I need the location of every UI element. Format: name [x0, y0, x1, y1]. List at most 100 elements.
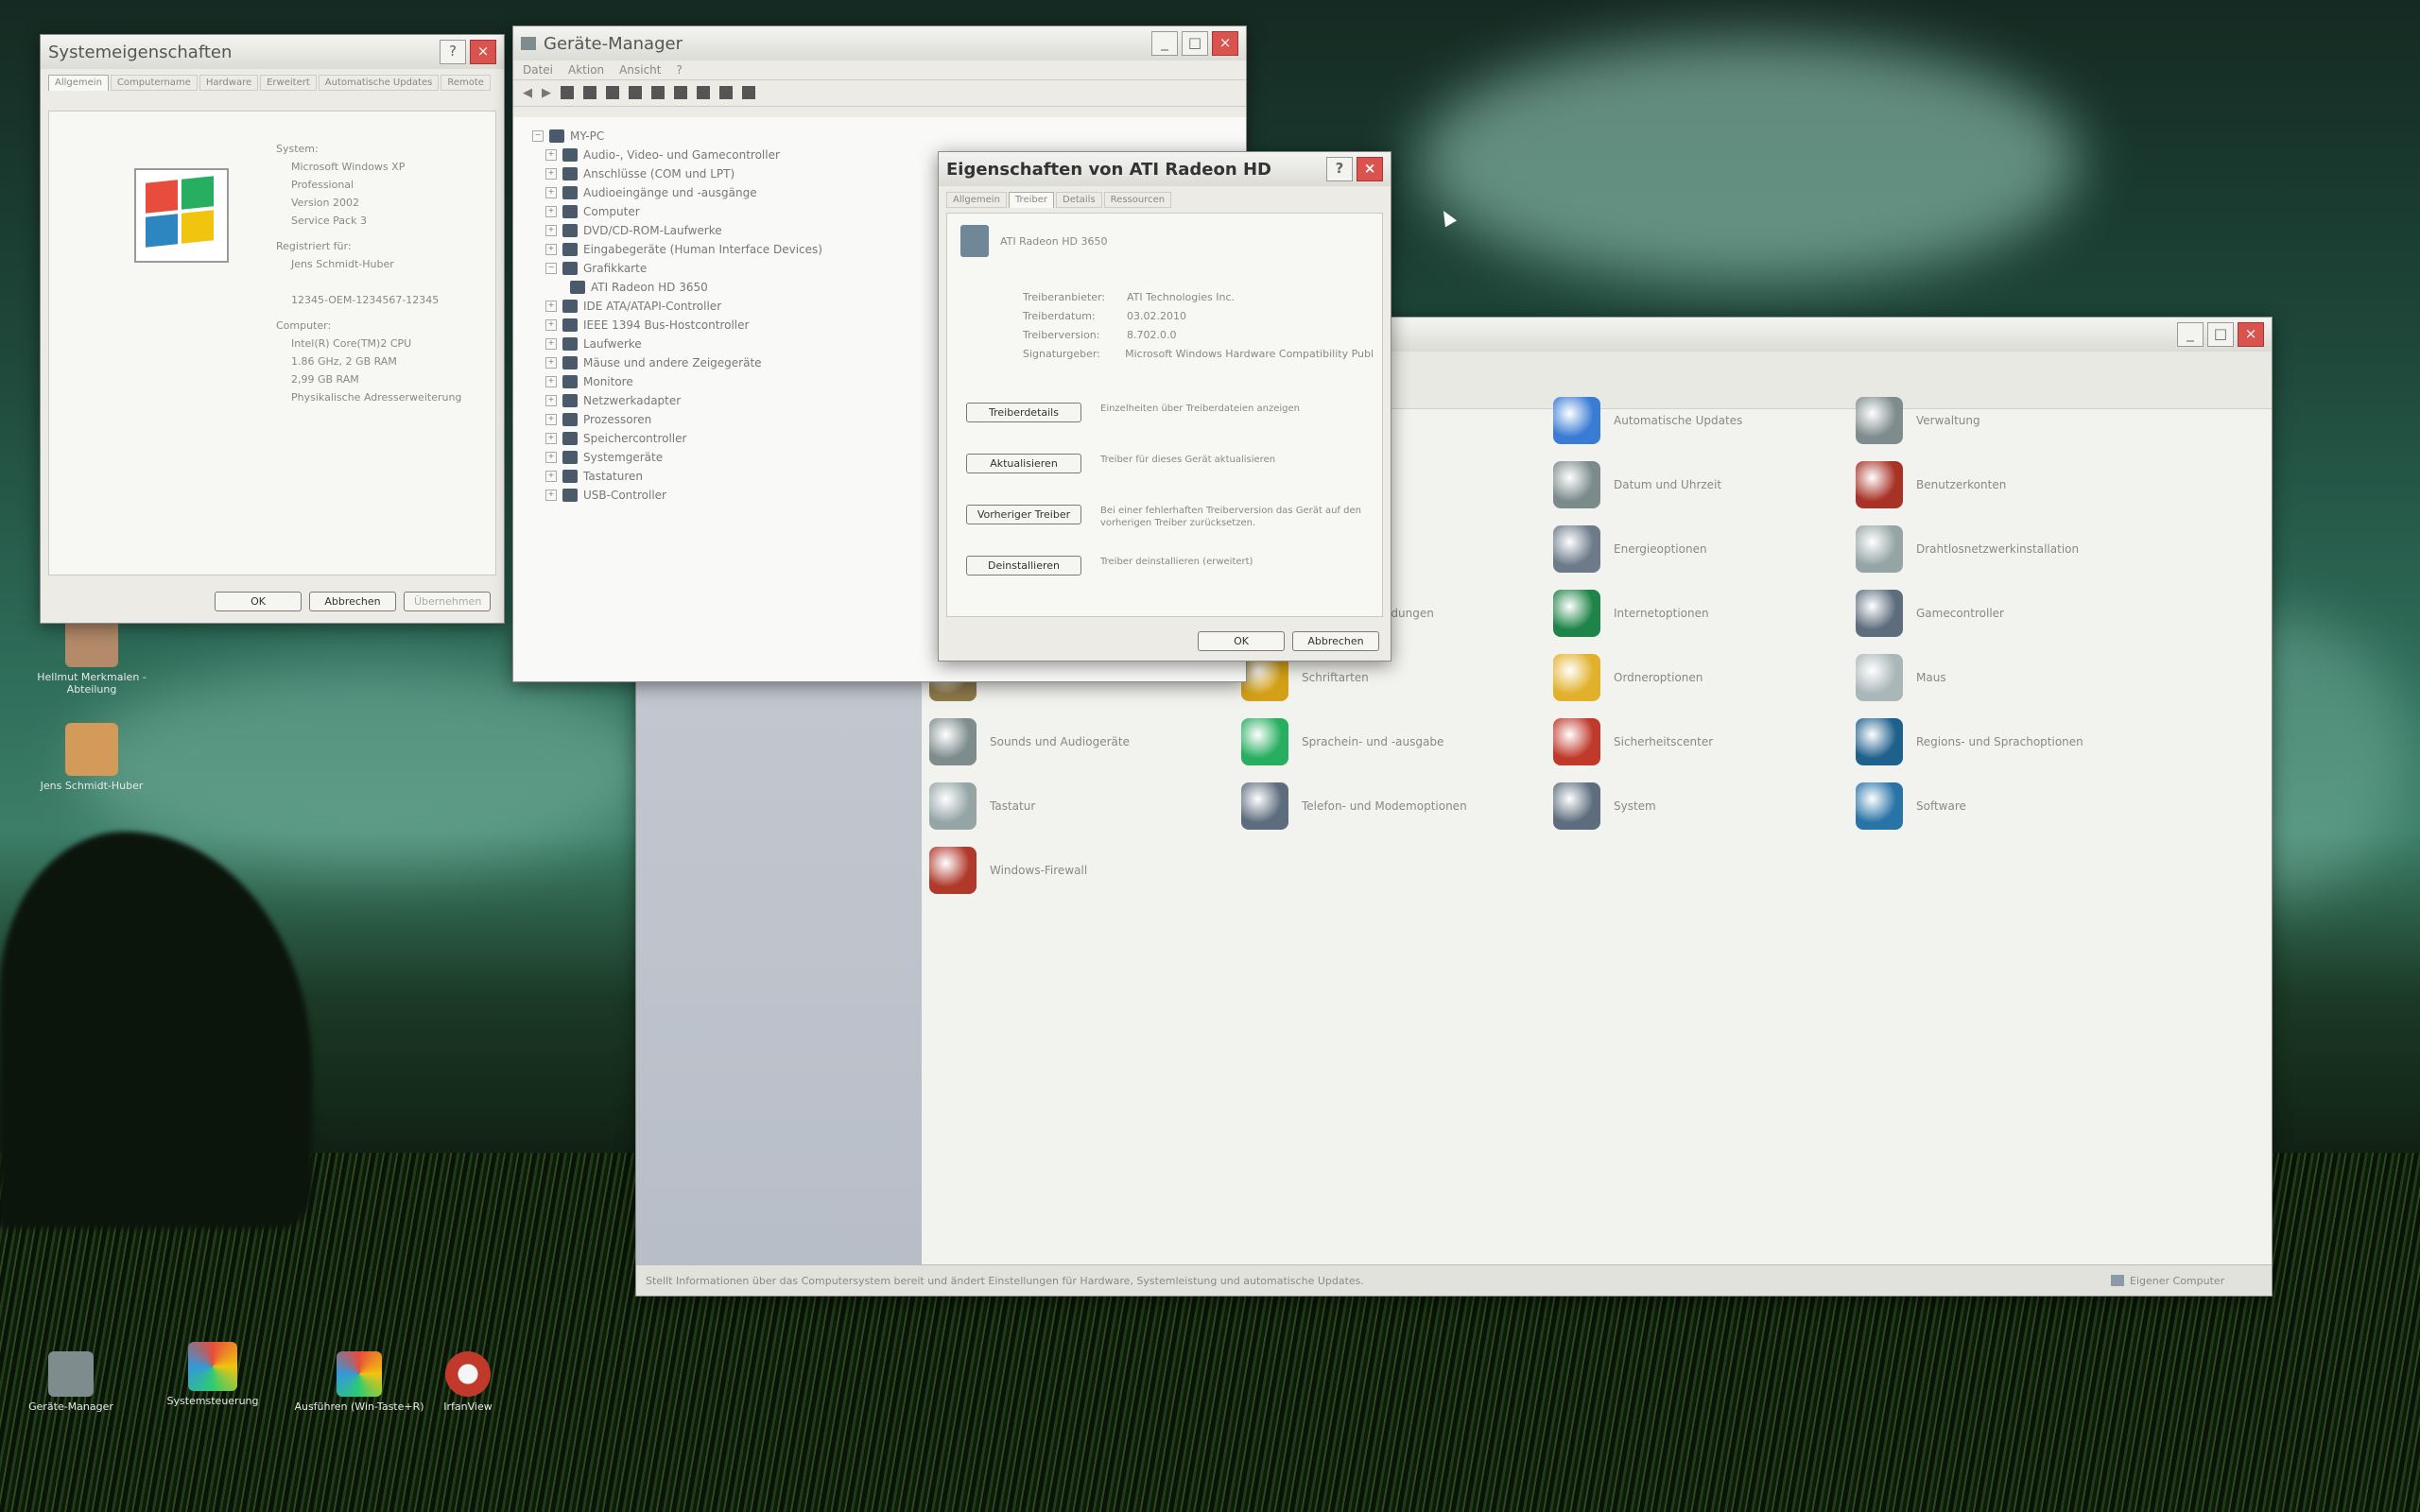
expand-icon[interactable]: + [545, 376, 557, 387]
expand-icon[interactable]: + [545, 149, 557, 161]
collapse-icon[interactable]: − [545, 263, 557, 274]
driver-action-button[interactable]: Aktualisieren [966, 454, 1081, 473]
help-button[interactable]: ? [1326, 157, 1353, 181]
menu-file[interactable]: Datei [523, 63, 553, 77]
toolbar-icon[interactable] [674, 86, 687, 99]
props-titlebar[interactable]: Eigenschaften von ATI Radeon HD ? × [939, 152, 1391, 186]
device-category-icon [562, 205, 578, 218]
field-label: Treiberversion: [1023, 329, 1100, 341]
menu-help[interactable]: ? [676, 63, 682, 77]
apply-button[interactable]: Übernehmen [404, 592, 491, 611]
desktop-icon-cpanel[interactable]: Systemsteuerung [142, 1342, 284, 1407]
tab-details[interactable]: Details [1056, 192, 1102, 208]
maximize-button[interactable]: □ [1182, 31, 1208, 56]
expand-icon[interactable]: + [545, 187, 557, 198]
expand-icon[interactable]: + [545, 338, 557, 350]
cancel-button[interactable]: Abbrechen [1292, 631, 1379, 651]
toolbar-icon[interactable] [697, 86, 710, 99]
cp-item[interactable]: Ordneroptionen [1553, 654, 1856, 701]
cp-item[interactable]: Tastatur [929, 782, 1232, 830]
forward-icon[interactable]: ▶ [542, 86, 551, 100]
cp-item[interactable]: Regions- und Sprachoptionen [1856, 718, 2158, 765]
toolbar-icon[interactable] [651, 86, 665, 99]
ok-button[interactable]: OK [215, 592, 302, 611]
cp-item[interactable]: Benutzerkonten [1856, 461, 2158, 508]
expand-icon[interactable]: + [545, 319, 557, 331]
minimize-button[interactable]: _ [1151, 31, 1178, 56]
tab-driver[interactable]: Treiber [1008, 192, 1054, 208]
close-button[interactable]: × [1212, 31, 1238, 56]
tree-root[interactable]: − MY-PC [532, 127, 1227, 146]
cp-item[interactable]: Energieoptionen [1553, 525, 1856, 573]
help-button[interactable]: ? [440, 40, 466, 64]
expand-icon[interactable]: + [545, 168, 557, 180]
driver-action-button[interactable]: Treiberdetails [966, 403, 1081, 422]
cancel-button[interactable]: Abbrechen [309, 592, 396, 611]
devmgr-titlebar[interactable]: Geräte-Manager _ □ × [513, 26, 1246, 60]
tab-remote[interactable]: Remote [441, 75, 491, 91]
toolbar-icon[interactable] [719, 86, 733, 99]
cp-item[interactable]: Drahtlosnetzwerkinstallation [1856, 525, 2158, 573]
expand-icon[interactable]: + [545, 301, 557, 312]
cp-item[interactable]: Telefon- und Modemoptionen [1241, 782, 1544, 830]
cp-item-label: Telefon- und Modemoptionen [1302, 799, 1467, 813]
device-properties-dialog[interactable]: Eigenschaften von ATI Radeon HD ? × Allg… [938, 151, 1392, 662]
expand-icon[interactable]: + [545, 206, 557, 217]
tab-auto-updates[interactable]: Automatische Updates [318, 75, 440, 91]
cp-item[interactable]: Windows-Firewall [929, 847, 1232, 894]
menu-view[interactable]: Ansicht [619, 63, 661, 77]
desktop-icon-user2[interactable]: Jens Schmidt-Huber [21, 723, 163, 792]
toolbar-icon[interactable] [561, 86, 574, 99]
cp-item[interactable]: Sicherheitscenter [1553, 718, 1856, 765]
sysprops-titlebar[interactable]: Systemeigenschaften ? × [41, 35, 504, 69]
cp-item[interactable]: Sprachein- und -ausgabe [1241, 718, 1544, 765]
expand-icon[interactable]: + [545, 490, 557, 501]
cp-item[interactable]: Automatische Updates [1553, 397, 1856, 444]
cp-item-label: Drahtlosnetzwerkinstallation [1916, 542, 2080, 556]
expand-icon[interactable]: + [545, 471, 557, 482]
cp-item[interactable]: Datum und Uhrzeit [1553, 461, 1856, 508]
cp-item[interactable]: System [1553, 782, 1856, 830]
tab-resources[interactable]: Ressourcen [1103, 192, 1172, 208]
expand-icon[interactable]: + [545, 395, 557, 406]
desktop-icon-user1[interactable]: Hellmut Merkmalen - Abteilung [21, 614, 163, 696]
driver-action-button[interactable]: Deinstallieren [966, 556, 1081, 576]
expand-icon[interactable]: + [545, 414, 557, 425]
cp-item[interactable]: Gamecontroller [1856, 590, 2158, 637]
cp-item[interactable]: Maus [1856, 654, 2158, 701]
cp-item[interactable]: Internetoptionen [1553, 590, 1856, 637]
expand-icon[interactable]: + [545, 225, 557, 236]
menu-action[interactable]: Aktion [568, 63, 604, 77]
toolbar-icon[interactable] [742, 86, 755, 99]
tab-computer-name[interactable]: Computername [110, 75, 198, 91]
collapse-icon[interactable]: − [532, 130, 544, 142]
maximize-button[interactable]: □ [2207, 322, 2234, 347]
system-properties-window[interactable]: Systemeigenschaften ? × Allgemein Comput… [40, 34, 505, 624]
cp-item[interactable]: Verwaltung [1856, 397, 2158, 444]
tab-hardware[interactable]: Hardware [199, 75, 259, 91]
back-icon[interactable]: ◀ [523, 86, 532, 100]
desktop-icon-irfanview[interactable]: IrfanView [402, 1351, 534, 1413]
close-button[interactable]: × [2238, 322, 2264, 347]
device-category-icon [562, 375, 578, 388]
toolbar-icon[interactable] [606, 86, 619, 99]
region-icon [1856, 718, 1903, 765]
desktop-icon-devmgr[interactable]: Geräte-Manager [0, 1351, 142, 1413]
expand-icon[interactable]: + [545, 357, 557, 369]
close-button[interactable]: × [470, 40, 496, 64]
tab-advanced[interactable]: Erweitert [260, 75, 317, 91]
software-icon [1856, 782, 1903, 830]
minimize-button[interactable]: _ [2177, 322, 2204, 347]
toolbar-icon[interactable] [629, 86, 642, 99]
tab-general[interactable]: Allgemein [48, 75, 109, 91]
cp-item[interactable]: Sounds und Audiogeräte [929, 718, 1232, 765]
expand-icon[interactable]: + [545, 244, 557, 255]
cp-item[interactable]: Software [1856, 782, 2158, 830]
tab-general[interactable]: Allgemein [946, 192, 1007, 208]
driver-action-button[interactable]: Vorheriger Treiber [966, 505, 1081, 524]
close-button[interactable]: × [1357, 157, 1383, 181]
expand-icon[interactable]: + [545, 433, 557, 444]
ok-button[interactable]: OK [1198, 631, 1285, 651]
expand-icon[interactable]: + [545, 452, 557, 463]
toolbar-icon[interactable] [583, 86, 596, 99]
